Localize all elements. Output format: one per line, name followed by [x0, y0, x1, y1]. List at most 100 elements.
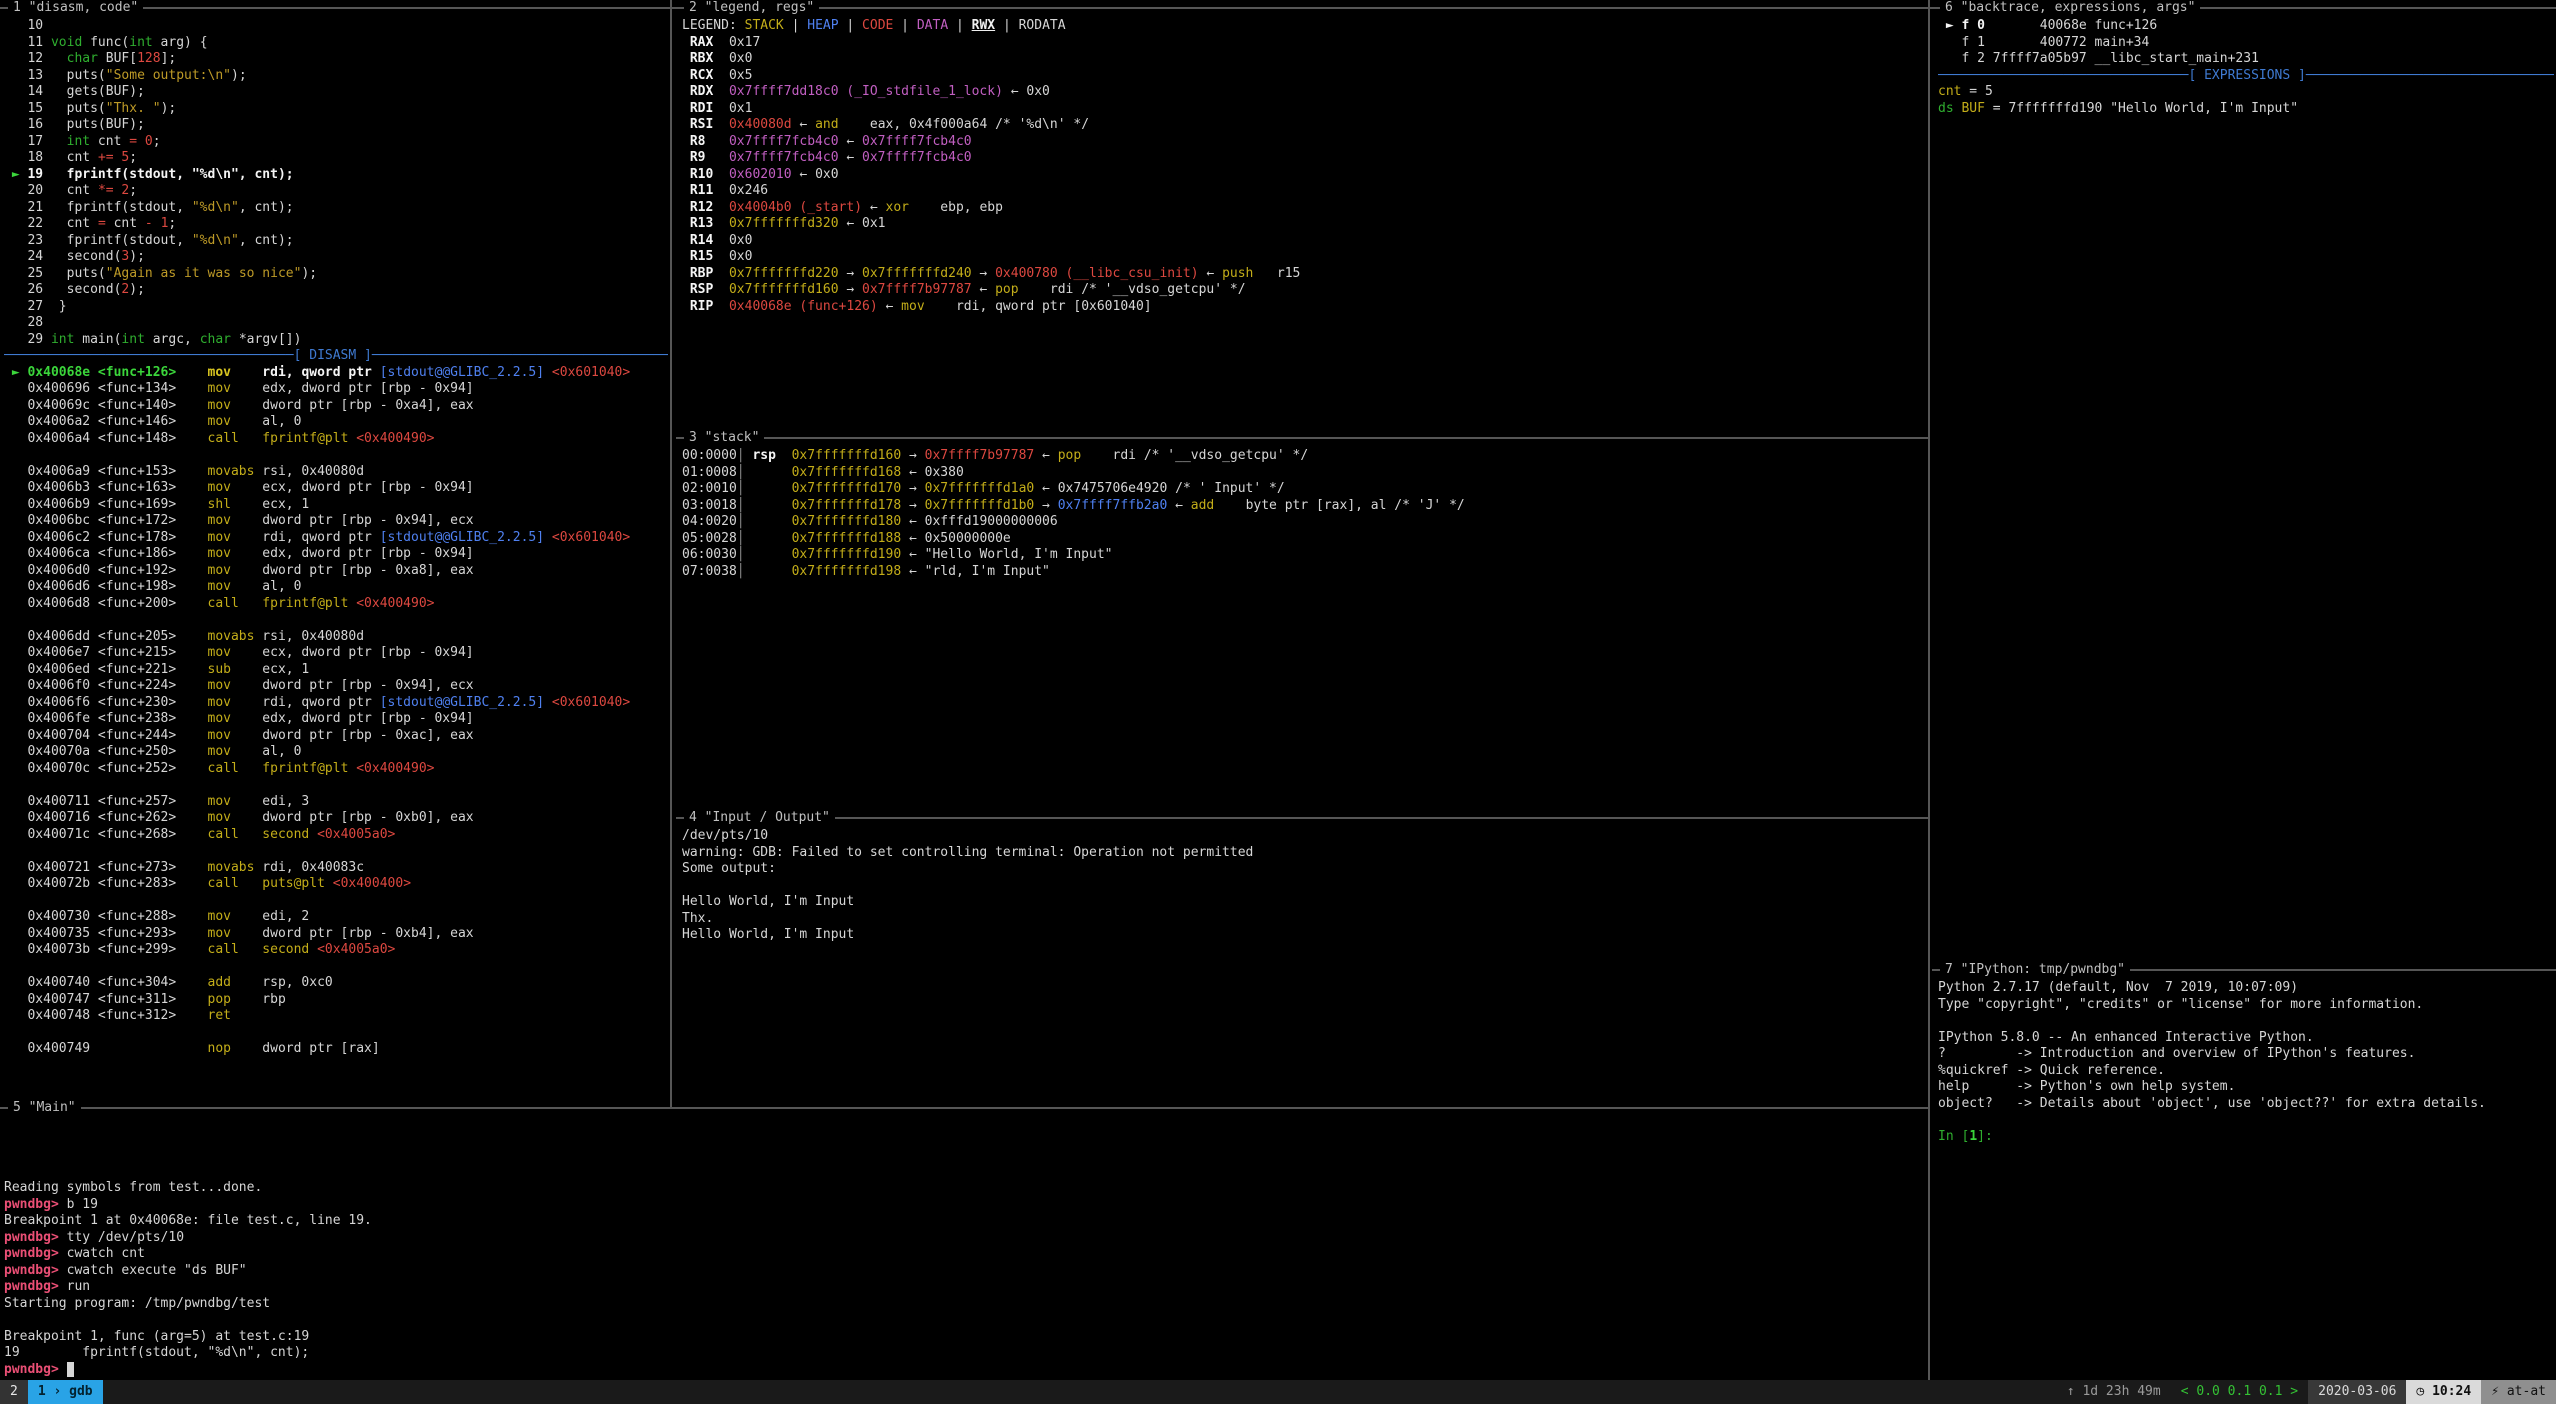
terminal-text-segment: *argv[]) — [231, 332, 301, 347]
terminal-text-segment: <0x601040> — [544, 365, 630, 380]
terminal-text-segment: 27 — [4, 299, 51, 314]
terminal-text-segment: ← "rld, I'm Input" — [901, 564, 1050, 579]
terminal-text-segment: Some output: — [682, 861, 776, 876]
pane-backtrace-expressions[interactable]: ► f 0 40068e func+126 f 1 400772 main+34… — [1938, 18, 2554, 966]
terminal-line: RCX 0x5 — [682, 68, 1926, 85]
tmux-status-bar: 2 1 › gdb ↑ 1d 23h 49m < 0.0 0.1 0.1 > 2… — [0, 1380, 2556, 1404]
terminal-line: 00:0000│ rsp 0x7fffffffd160 → 0x7ffff7b9… — [682, 448, 1926, 465]
terminal-line: RDI 0x1 — [682, 101, 1926, 118]
terminal-text-segment: R10 — [682, 167, 721, 182]
terminal-line: Hello World, I'm Input — [682, 927, 1926, 944]
terminal-line — [4, 1131, 1926, 1148]
terminal-line: R10 0x602010 ← 0x0 — [682, 167, 1926, 184]
terminal-text-segment: , cnt); — [239, 233, 294, 248]
terminal-text-segment — [51, 51, 67, 66]
terminal-text-segment: char — [67, 51, 98, 66]
terminal-text-segment: RAX — [682, 35, 721, 50]
terminal-text-segment: 0x7fffffffd198 — [792, 564, 902, 579]
terminal-line: help -> Python's own help system. — [1938, 1079, 2554, 1096]
terminal-line: 25 puts("Again as it was so nice"); — [4, 266, 668, 283]
pane-ipython[interactable]: Python 2.7.17 (default, Nov 7 2019, 10:0… — [1938, 980, 2554, 1378]
terminal-text-segment: 0x4006a9 <func+153> — [4, 464, 208, 479]
terminal-text-segment: 0x4006d0 <func+192> — [4, 563, 208, 578]
pane-border-middle-right — [1928, 0, 1930, 1380]
terminal-text-segment: 128 — [137, 51, 160, 66]
terminal-text-segment: = 5 — [1961, 84, 1992, 99]
load-average: < 0.0 0.1 0.1 > — [2171, 1380, 2308, 1404]
terminal-text-segment: ← 0x0 — [1003, 84, 1050, 99]
terminal-text-segment: 0x400735 <func+293> — [4, 926, 208, 941]
pane-legend-regs[interactable]: LEGEND: STACK | HEAP | CODE | DATA | RWX… — [682, 18, 1926, 434]
terminal-text-segment: 21 — [4, 200, 51, 215]
terminal-text-segment: argc, — [145, 332, 200, 347]
pane-input-output[interactable]: /dev/pts/10warning: GDB: Failed to set c… — [682, 828, 1926, 1104]
terminal-text-segment: 0x7fffffffd1b0 — [925, 498, 1035, 513]
terminal-text-segment: mov — [208, 513, 231, 528]
terminal-line: f 1 400772 main+34 — [1938, 35, 2554, 52]
terminal-text-segment: 20 — [4, 183, 51, 198]
terminal-text-segment — [745, 481, 792, 496]
terminal-text-segment: cwatch execute "ds BUF" — [67, 1263, 247, 1278]
terminal-line: warning: GDB: Failed to set controlling … — [682, 845, 1926, 862]
terminal-line: R15 0x0 — [682, 249, 1926, 266]
terminal-line: 0x4006fe <func+238> mov edx, dword ptr [… — [4, 711, 668, 728]
terminal-line: In [1]: — [1938, 1129, 2554, 1146]
terminal-text-segment: 0x400747 <func+311> — [4, 992, 208, 1007]
window-name: gdb — [69, 1384, 92, 1399]
terminal-text-segment: RCX — [682, 68, 721, 83]
terminal-text-segment: al, 0 — [231, 744, 301, 759]
terminal-text-segment: ← — [878, 299, 901, 314]
pane-main-gdb-console[interactable]: Reading symbols from test...done.pwndbg>… — [4, 1114, 1926, 1380]
terminal-text-segment: 00:0000 — [682, 448, 737, 463]
terminal-text-segment: rsp — [745, 448, 776, 463]
terminal-text-segment: ← 0x1 — [839, 216, 886, 231]
terminal-text-segment: rsi, 0x40080d — [254, 629, 364, 644]
terminal-text-segment: 0x7fffffffd190 — [792, 547, 902, 562]
terminal-line: RBX 0x0 — [682, 51, 1926, 68]
pane-stack[interactable]: 00:0000│ rsp 0x7fffffffd160 → 0x7ffff7b9… — [682, 448, 1926, 814]
terminal-text-segment: rdi, 0x40083c — [254, 860, 364, 875]
terminal-text-segment: 05:0028 — [682, 531, 737, 546]
terminal-text-segment: <0x4005a0> — [317, 827, 395, 842]
terminal-line: 12 char BUF[128]; — [4, 51, 668, 68]
terminal-line: Starting program: /tmp/pwndbg/test — [4, 1296, 1926, 1313]
terminal-text-segment: mov — [208, 810, 231, 825]
terminal-text-segment: call — [208, 942, 239, 957]
terminal-line: ► 0x40068e <func+126> mov rdi, qword ptr… — [4, 365, 668, 382]
gdb-console-content: Reading symbols from test...done.pwndbg>… — [4, 1114, 1926, 1378]
terminal-line: Breakpoint 1, func (arg=5) at test.c:19 — [4, 1329, 1926, 1346]
terminal-text-segment: "%d\n" — [192, 200, 239, 215]
tmux-session-indicator[interactable]: 2 — [0, 1380, 28, 1404]
terminal-text-segment: second( — [51, 249, 121, 264]
terminal-text-segment: ← — [1167, 498, 1190, 513]
terminal-line: 0x40069c <func+140> mov dword ptr [rbp -… — [4, 398, 668, 415]
terminal-text-segment: mov — [208, 794, 231, 809]
terminal-text-segment: fprintf(stdout, — [51, 200, 192, 215]
terminal-line: 0x4006d0 <func+192> mov dword ptr [rbp -… — [4, 563, 668, 580]
terminal-line: 0x4006ed <func+221> sub ecx, 1 — [4, 662, 668, 679]
terminal-text-segment — [745, 514, 792, 529]
terminal-text-segment: R15 — [682, 249, 721, 264]
terminal-text-segment: push — [1222, 266, 1253, 281]
terminal-text-segment: mov — [208, 381, 231, 396]
terminal-text-segment: movabs — [208, 464, 255, 479]
terminal-text-segment — [721, 134, 729, 149]
terminal-text-segment: int — [121, 332, 144, 347]
terminal-text-segment: rdi /* '__vdso_getcpu' */ — [1019, 282, 1246, 297]
terminal-line: pwndbg> cwatch execute "ds BUF" — [4, 1263, 1926, 1280]
uptime-arrow-icon: ↑ — [2067, 1384, 2083, 1399]
terminal-text-segment: 0 — [145, 134, 153, 149]
terminal-text-segment: edx, dword ptr [rbp - 0x94] — [231, 546, 474, 561]
terminal-text-segment: 0x40070a <func+250> — [4, 744, 208, 759]
tmux-window-tab-gdb[interactable]: 1 › gdb — [28, 1380, 103, 1404]
terminal-text-segment: [stdout@@GLIBC_2.2.5] — [380, 365, 544, 380]
terminal-text-segment: │ — [737, 514, 745, 529]
pane-disasm-code[interactable]: 10 11 void func(int arg) { 12 char BUF[1… — [4, 18, 668, 1104]
terminal-text-segment: 29 — [4, 332, 51, 347]
terminal-text-segment: R14 — [682, 233, 721, 248]
terminal-text-segment — [176, 365, 207, 380]
terminal-text-segment: pwndbg> — [4, 1263, 67, 1278]
terminal-line: 21 fprintf(stdout, "%d\n", cnt); — [4, 200, 668, 217]
terminal-text-segment: ecx, 1 — [231, 497, 309, 512]
terminal-text-segment — [776, 448, 792, 463]
